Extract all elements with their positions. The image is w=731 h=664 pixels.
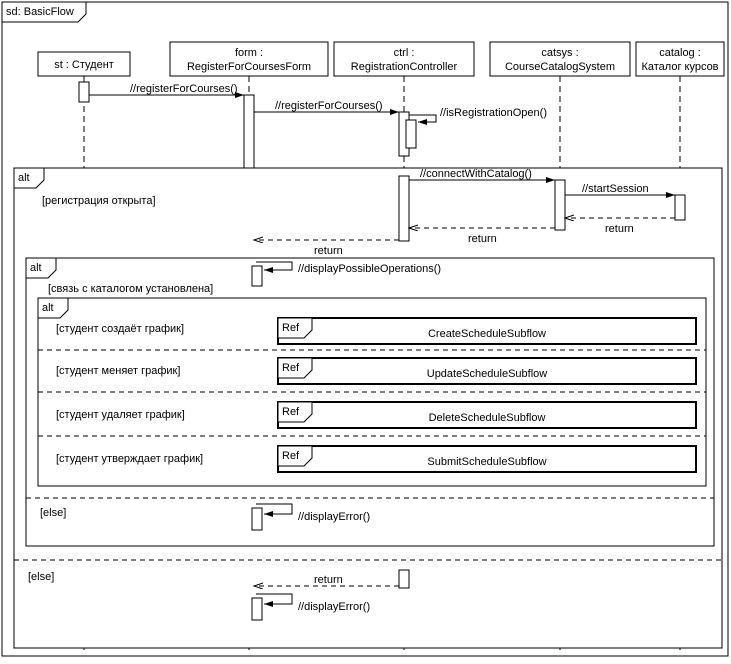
msg-display-operations-label: //displayPossibleOperations()	[298, 263, 441, 275]
guard-catalog-connected: [связь с каталогом установлена]	[48, 283, 213, 295]
msg-display-error-2-label: //displayError()	[298, 601, 370, 613]
svg-text:Ref: Ref	[282, 406, 300, 418]
activation	[79, 82, 89, 102]
ref-update-label: UpdateScheduleSubflow	[427, 368, 548, 380]
ref-delete-label: DeleteScheduleSubflow	[429, 412, 546, 424]
guard-registration-open: [регистрация открыта]	[42, 195, 156, 207]
msg-register-courses-1-label: //registerForCourses()	[130, 83, 238, 95]
activation	[252, 508, 262, 530]
lifeline-form-label1: form :	[235, 47, 263, 59]
lifeline-catsys-label2: CourseCatalogSystem	[505, 61, 615, 73]
ref-create-label: CreateScheduleSubflow	[428, 328, 546, 340]
activation	[406, 120, 416, 148]
msg-connect-catalog-label: //connectWithCatalog()	[420, 168, 532, 180]
guard-else-outer: [else]	[28, 571, 54, 583]
return-catsys-label: return	[468, 233, 497, 245]
msg-start-session-label: //startSession	[582, 183, 649, 195]
activation	[399, 570, 409, 588]
lifeline-catsys-label1: catsys :	[541, 47, 578, 59]
guard-create: [студент создаёт график]	[56, 323, 184, 335]
svg-text:Ref: Ref	[282, 450, 300, 462]
svg-text:Ref: Ref	[282, 362, 300, 374]
lifeline-catalog-label2: Каталог курсов	[641, 61, 718, 73]
alt-refs-label: alt	[42, 302, 54, 314]
lifeline-ctrl-label2: RegistrationController	[351, 61, 458, 73]
guard-delete: [студент удаляет график]	[56, 409, 185, 421]
activation	[555, 180, 565, 230]
return-ctrl-label: return	[314, 245, 343, 257]
msg-is-registration-open-label: //isRegistrationOpen()	[440, 107, 547, 119]
guard-update: [студент меняет график]	[56, 365, 180, 377]
lifeline-form-label2: RegisterForCoursesForm	[187, 61, 311, 73]
sequence-diagram: sd: BasicFlow st : Студент form : Regist…	[0, 0, 731, 659]
alt-outer-label: alt	[18, 172, 30, 184]
lifeline-st-label: st : Студент	[54, 59, 114, 71]
ref-submit-label: SubmitScheduleSubflow	[427, 456, 546, 468]
lifeline-ctrl-label1: ctrl :	[394, 47, 415, 59]
guard-else-inner: [else]	[40, 507, 66, 519]
activation	[399, 176, 409, 241]
frame-title: sd: BasicFlow	[6, 6, 74, 18]
guard-submit: [студент утверждает график]	[56, 453, 203, 465]
activation	[252, 266, 262, 286]
msg-register-courses-2-label: //registerForCourses()	[275, 100, 383, 112]
alt-inner-label: alt	[30, 262, 42, 274]
activation	[675, 195, 685, 220]
return-outer-else-label: return	[314, 574, 343, 586]
activation	[252, 598, 262, 620]
return-catalog-label: return	[605, 223, 634, 235]
lifeline-catalog-label1: catalog :	[659, 47, 701, 59]
svg-text:Ref: Ref	[282, 322, 300, 334]
msg-display-error-1-label: //displayError()	[298, 511, 370, 523]
